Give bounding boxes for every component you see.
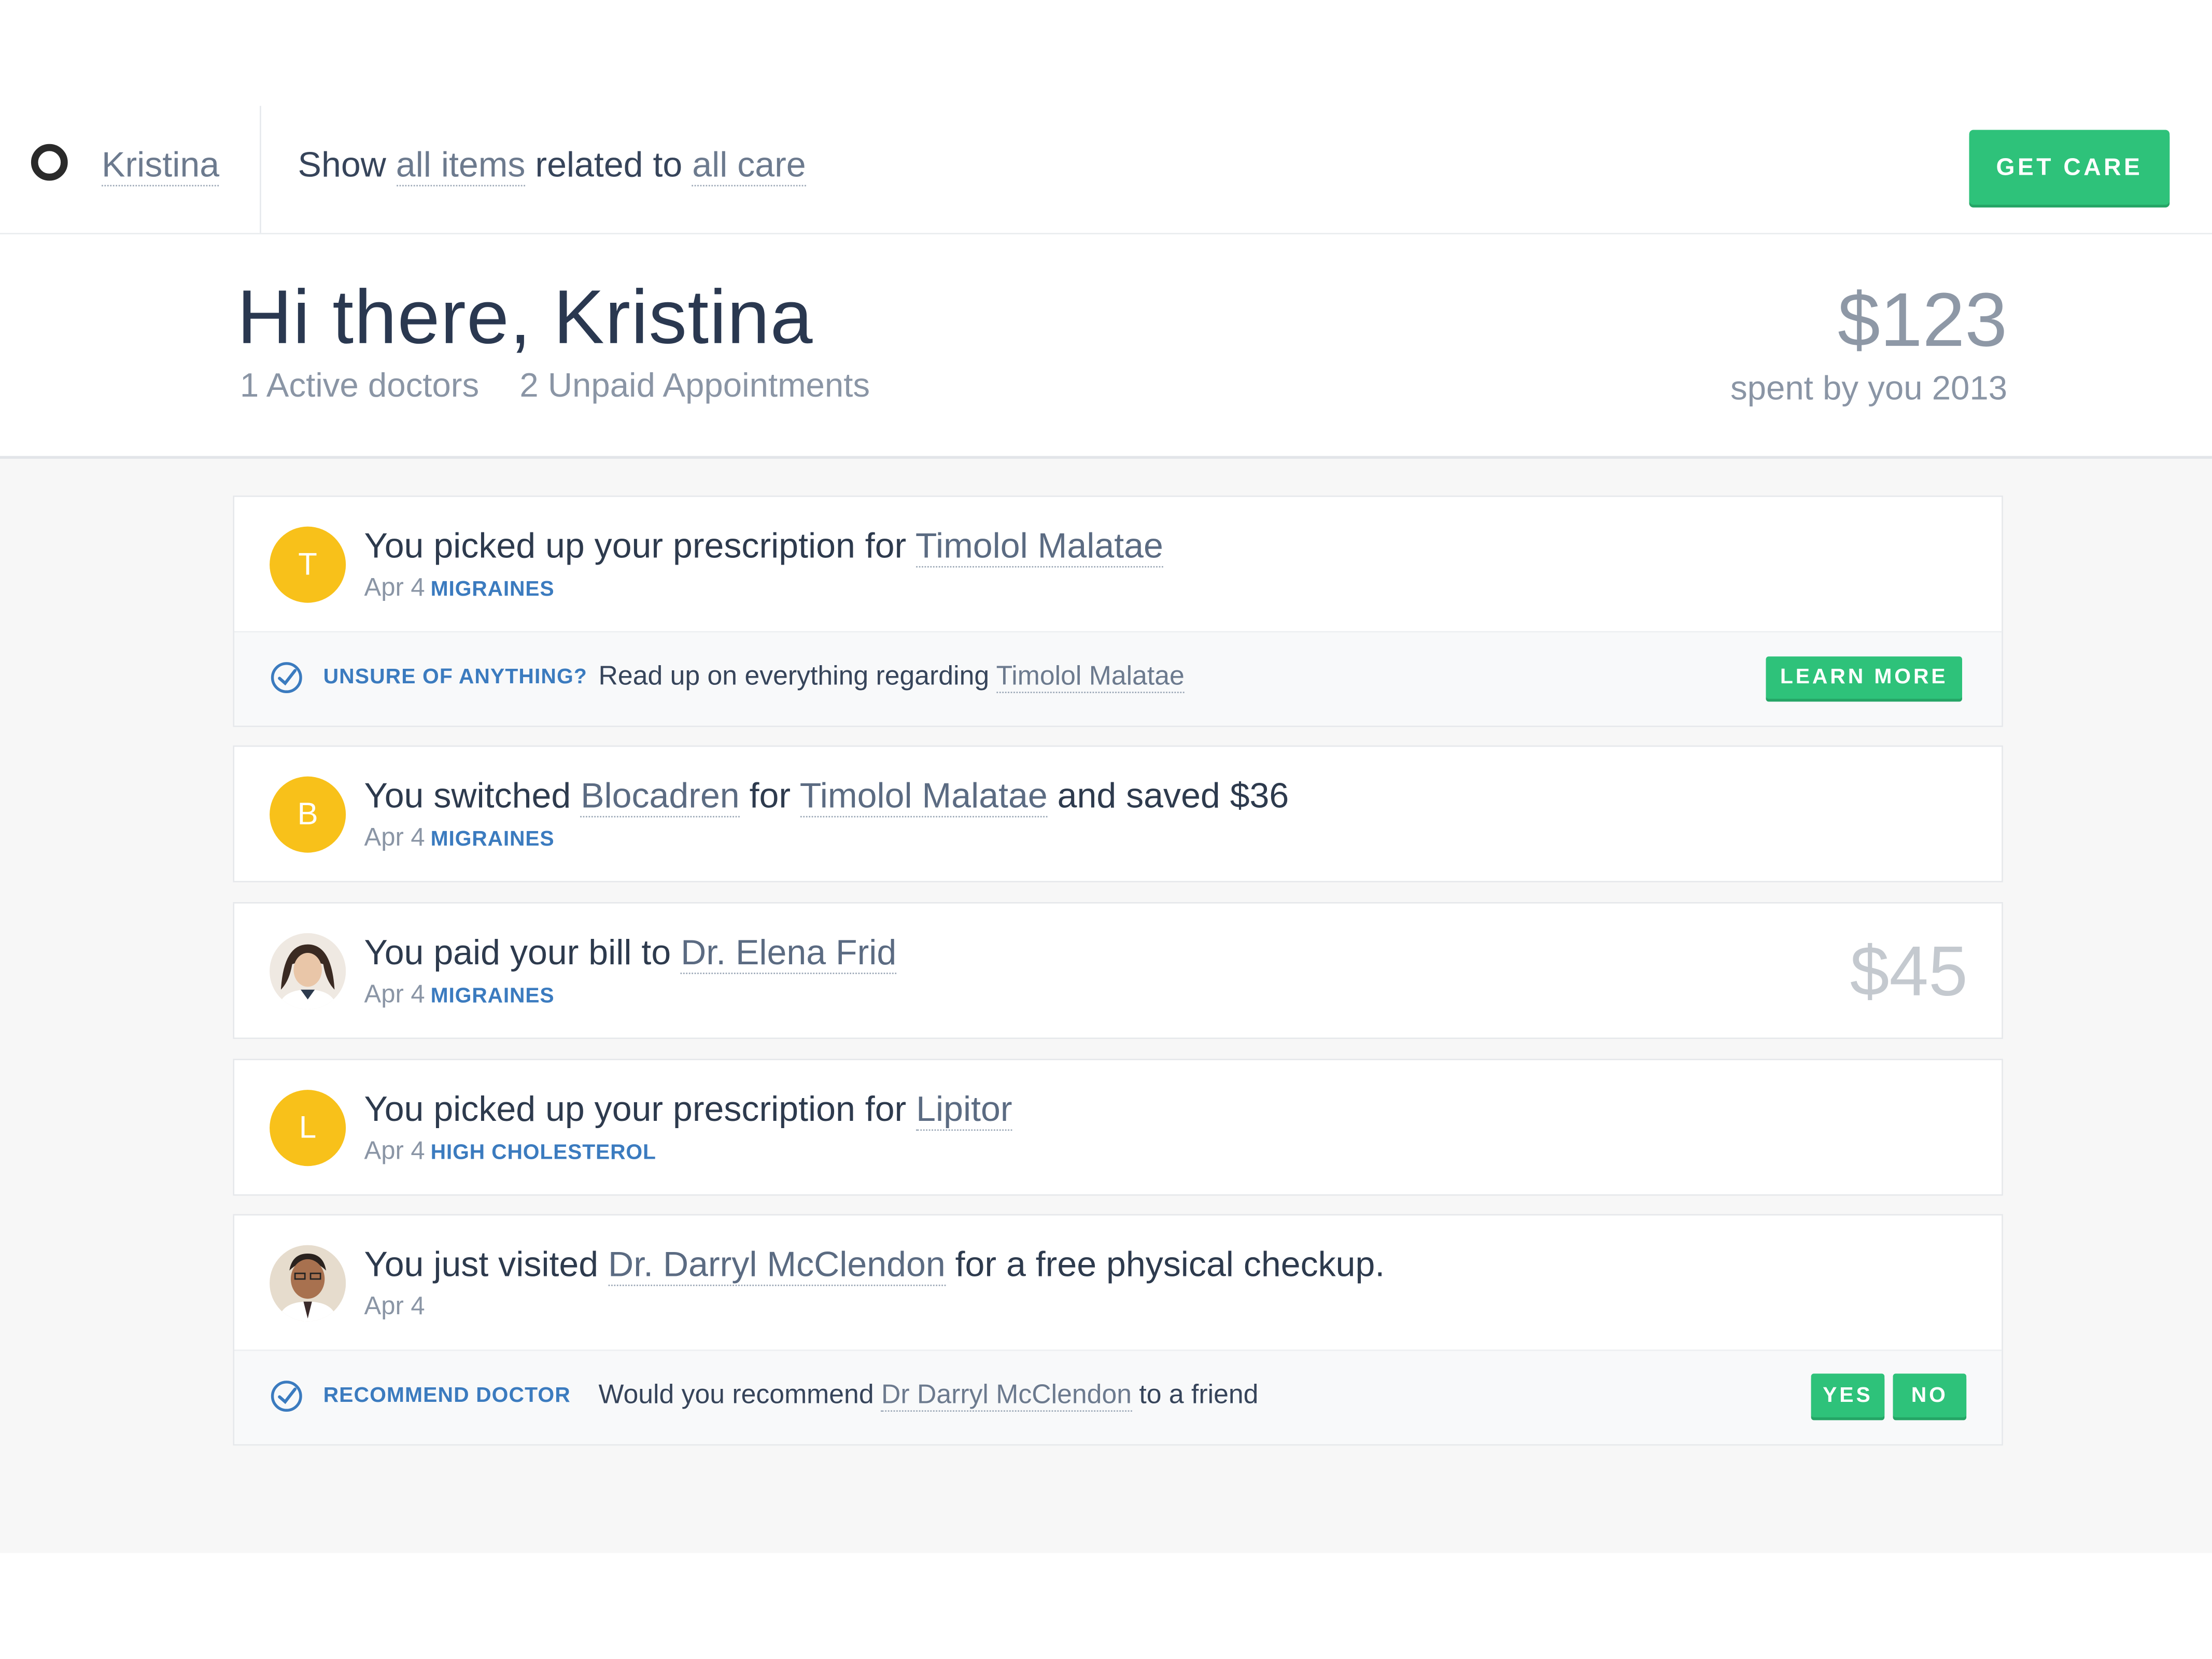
doctor-link[interactable]: Dr. Darryl McClendon [608, 1245, 946, 1286]
feed-headline: You picked up your prescription for Lipi… [364, 1088, 1012, 1131]
logo-ring-icon[interactable] [31, 144, 68, 181]
feed-card-prescription: T You picked up your prescription for Ti… [233, 495, 2003, 727]
headline-text: You picked up your prescription for [364, 526, 915, 566]
feed-date: Apr 4 [364, 1136, 425, 1165]
doctor-link[interactable]: Dr. Elena Frid [681, 933, 897, 974]
drug-link-new[interactable]: Timolol Malatae [799, 776, 1048, 818]
no-button[interactable]: NO [1893, 1373, 1967, 1417]
check-circle-icon [271, 1381, 302, 1412]
filter-middle: related to [535, 145, 683, 185]
condition-tag[interactable]: MIGRAINES [431, 578, 555, 601]
card-footer: RECOMMEND DOCTOR Would you recommend Dr … [234, 1349, 2002, 1444]
feed-date: Apr 4 [364, 1291, 425, 1320]
feed-meta: Apr 4 HIGH CHOLESTEROL [364, 1135, 656, 1169]
bill-amount: $45 [1850, 932, 1968, 1011]
feed-headline: You picked up your prescription for Timo… [364, 525, 1163, 568]
feed-meta: Apr 4 [364, 1290, 425, 1321]
doctor-photo-icon [270, 1245, 346, 1321]
unpaid-appointments-stat[interactable]: 2 Unpaid Appointments [519, 367, 870, 405]
filter-items-link[interactable]: all items [396, 145, 526, 187]
avatar-letter: T [270, 526, 346, 603]
headline-suffix: and saved $36 [1047, 776, 1289, 816]
feed-card-visit: You just visited Dr. Darryl McClendon fo… [233, 1214, 2003, 1446]
feed-date: Apr 4 [364, 573, 425, 601]
feed-meta: Apr 4 MIGRAINES [364, 572, 555, 606]
greeting-title: Hi there, Kristina [237, 275, 813, 360]
feed-card-payment: You paid your bill to Dr. Elena Frid Apr… [233, 902, 2003, 1039]
feed-card-prescription: L You picked up your prescription for Li… [233, 1059, 2003, 1196]
feed-date: Apr 4 [364, 979, 425, 1008]
feed-filter: Show all items related to all care [298, 145, 806, 187]
footer-text-suffix: to a friend [1131, 1381, 1259, 1411]
feed-meta: Apr 4 MIGRAINES [364, 822, 555, 855]
headline-text: You just visited [364, 1245, 609, 1285]
feed-headline: You switched Blocadren for Timolol Malat… [364, 775, 1289, 818]
summary-header: Hi there, Kristina 1 Active doctors 2 Un… [0, 234, 2212, 459]
doctor-avatar [270, 1245, 346, 1321]
feed-meta: Apr 4 MIGRAINES [364, 978, 555, 1012]
feed-date: Apr 4 [364, 823, 425, 851]
footer-drug-link[interactable]: Timolol Malatae [996, 662, 1185, 693]
footer-label: UNSURE OF ANYTHING? [323, 665, 587, 689]
user-name-link[interactable]: Kristina [102, 145, 220, 187]
activity-feed: T You picked up your prescription for Ti… [0, 458, 2212, 1553]
yes-button[interactable]: YES [1811, 1373, 1885, 1417]
footer-doctor-link[interactable]: Dr Darryl McClendon [881, 1381, 1132, 1412]
condition-tag[interactable]: MIGRAINES [431, 984, 555, 1008]
condition-tag[interactable]: MIGRAINES [431, 827, 555, 851]
footer-text-body: Would you recommend [598, 1381, 882, 1411]
footer-text: Read up on everything regarding Timolol … [599, 660, 1185, 694]
drug-link[interactable]: Timolol Malatae [915, 526, 1163, 568]
footer-text: Would you recommend Dr Darryl McClendon … [598, 1379, 1259, 1413]
divider [260, 106, 261, 233]
get-care-button[interactable]: GET CARE [1969, 130, 2170, 205]
headline-middle: for [739, 776, 800, 816]
headline-text: You paid your bill to [364, 933, 681, 973]
headline-suffix: for a free physical checkup. [945, 1245, 1385, 1285]
footer-text-body: Read up on everything regarding [598, 662, 996, 692]
feed-headline: You paid your bill to Dr. Elena Frid [364, 932, 897, 974]
check-circle-icon [271, 662, 302, 693]
headline-text: You switched [364, 776, 581, 816]
active-doctors-stat[interactable]: 1 Active doctors [240, 367, 479, 405]
avatar-letter: B [270, 776, 346, 853]
feed-headline: You just visited Dr. Darryl McClendon fo… [364, 1244, 1385, 1286]
headline-text: You picked up your prescription for [364, 1090, 917, 1130]
top-bar: Kristina Show all items related to all c… [0, 106, 2212, 235]
summary-stats: 1 Active doctors 2 Unpaid Appointments [240, 367, 901, 406]
filter-care-link[interactable]: all care [692, 145, 806, 187]
doctor-avatar [270, 933, 346, 1009]
drug-link-old[interactable]: Blocadren [581, 776, 740, 818]
learn-more-button[interactable]: LEARN MORE [1766, 656, 1962, 699]
avatar-letter: L [270, 1090, 346, 1166]
drug-link[interactable]: Lipitor [916, 1090, 1012, 1131]
footer-label: RECOMMEND DOCTOR [323, 1383, 571, 1408]
card-footer: UNSURE OF ANYTHING? Read up on everythin… [234, 631, 2002, 726]
condition-tag[interactable]: HIGH CHOLESTEROL [431, 1141, 656, 1164]
spent-amount: $123 [1837, 278, 2008, 363]
feed-card-switch: B You switched Blocadren for Timolol Mal… [233, 745, 2003, 882]
spent-caption: spent by you 2013 [1730, 370, 2008, 408]
filter-prefix: Show [298, 145, 386, 185]
doctor-photo-icon [270, 933, 346, 1009]
